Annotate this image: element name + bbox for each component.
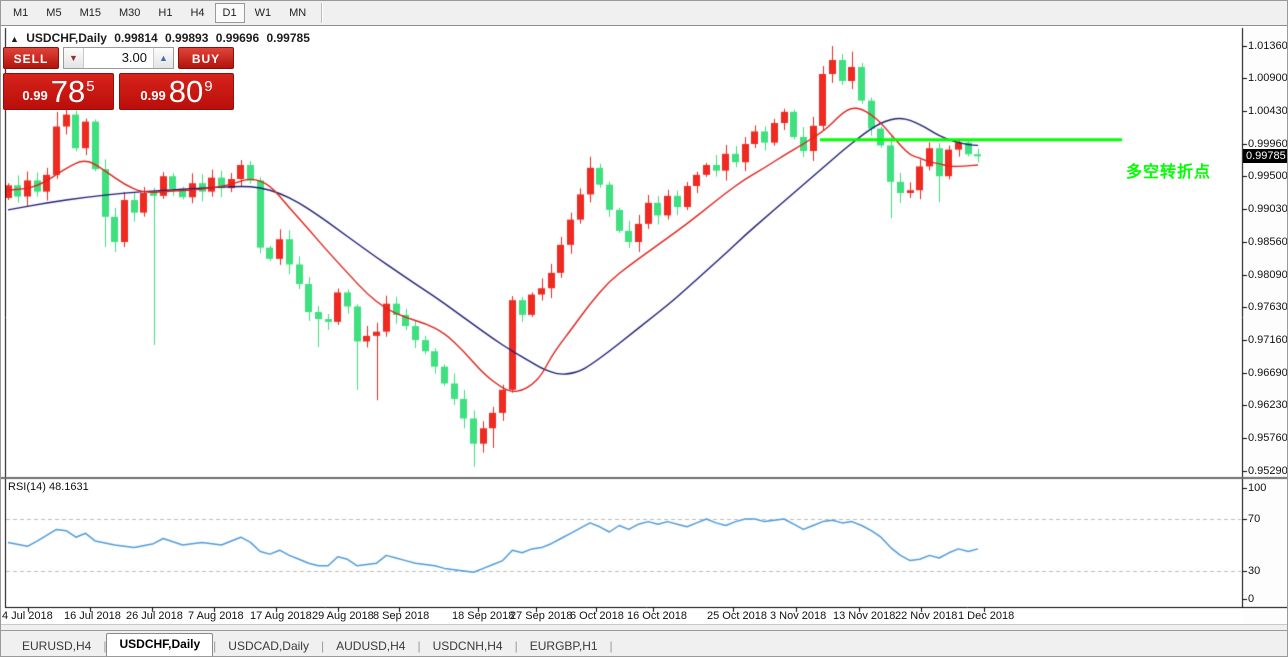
date-axis-label: 17 Aug 2018 <box>250 610 312 622</box>
price-axis-label: 0.97630 <box>1248 301 1288 313</box>
timeframe-button-d1[interactable]: D1 <box>215 3 245 23</box>
ohlc-low: 0.99696 <box>216 31 259 45</box>
ohlc-open: 0.99814 <box>114 31 157 45</box>
price-axis-label: 0.96690 <box>1248 367 1288 379</box>
sell-price-big: 78 <box>51 77 85 107</box>
date-axis-label: 29 Aug 2018 <box>312 610 374 622</box>
direction-up-icon: ▲ <box>10 34 19 44</box>
price-axis-label: 0.96230 <box>1248 399 1288 411</box>
date-axis-label: 26 Jul 2018 <box>126 610 183 622</box>
price-axis-label: 0.98090 <box>1248 269 1288 281</box>
timeframe-button-w1[interactable]: W1 <box>247 3 280 23</box>
date-axis-label: 8 Sep 2018 <box>373 610 429 622</box>
current-price-badge: 0.99785 <box>1243 149 1288 163</box>
volume-decrease-icon[interactable]: ▼ <box>64 48 84 68</box>
timeframe-button-h4[interactable]: H4 <box>182 3 212 23</box>
date-axis-label: 13 Nov 2018 <box>833 610 895 622</box>
chart-tab-bar: EURUSD,H4|USDCHF,Daily|USDCAD,Daily|AUDU… <box>0 630 1288 657</box>
buy-price-pip: 9 <box>204 78 212 95</box>
volume-increase-icon[interactable]: ▲ <box>153 48 173 68</box>
timeframe-button-mn[interactable]: MN <box>281 3 314 23</box>
date-axis-label: 25 Oct 2018 <box>707 610 767 622</box>
ohlc-close: 0.99785 <box>267 31 310 45</box>
timeframe-toolbar: M1M5M15M30H1H4D1W1MN <box>0 0 1288 26</box>
mt4-window: { "toolbar": { "timeframes": [ {"label":… <box>0 0 1288 657</box>
symbol-title: USDCHF,Daily <box>26 31 107 45</box>
sell-button[interactable]: SELL <box>3 47 59 69</box>
volume-stepper: ▼ 3.00 ▲ <box>63 47 174 69</box>
chart-tab-usdcad[interactable]: USDCAD,Daily <box>216 636 321 657</box>
toolbar-separator <box>321 3 323 23</box>
rsi-indicator-label: RSI(14) 48.1631 <box>8 481 89 493</box>
tab-separator: | <box>610 639 613 657</box>
ohlc-high: 0.99893 <box>165 31 208 45</box>
volume-input[interactable]: 3.00 <box>84 48 153 68</box>
timeframe-button-m15[interactable]: M15 <box>72 3 109 23</box>
chart-tab-usdchf[interactable]: USDCHF,Daily <box>106 633 213 657</box>
buy-price-button[interactable]: 0.99 80 9 <box>119 73 234 110</box>
price-axis-label: 0.95290 <box>1248 465 1288 477</box>
timeframe-button-m30[interactable]: M30 <box>111 3 148 23</box>
buy-price-prefix: 0.99 <box>140 85 165 107</box>
buy-button[interactable]: BUY <box>178 47 234 69</box>
date-axis-label: 18 Sep 2018 <box>452 610 514 622</box>
buy-price-big: 80 <box>169 77 203 107</box>
rsi-axis-label: 0 <box>1248 593 1254 605</box>
price-axis-label: 0.99500 <box>1248 170 1288 182</box>
sell-price-prefix: 0.99 <box>22 85 47 107</box>
price-axis-label: 1.01360 <box>1248 40 1288 52</box>
chart-tab-audusd[interactable]: AUDUSD,H4 <box>324 636 417 657</box>
timeframe-button-m1[interactable]: M1 <box>5 3 36 23</box>
date-axis-label: 16 Oct 2018 <box>627 610 687 622</box>
chart-tab-eurgbp[interactable]: EURGBP,H1 <box>518 636 610 657</box>
date-axis-label: 27 Sep 2018 <box>510 610 572 622</box>
price-axis-label: 1.00430 <box>1248 105 1288 117</box>
sell-price-pip: 5 <box>86 78 94 95</box>
sell-price-button[interactable]: 0.99 78 5 <box>3 73 114 110</box>
chart-tab-eurusd[interactable]: EURUSD,H4 <box>10 636 103 657</box>
date-axis-label: 16 Jul 2018 <box>64 610 121 622</box>
date-axis-label: 6 Oct 2018 <box>570 610 624 622</box>
price-axis-label: 0.99030 <box>1248 203 1288 215</box>
price-axis-label: 0.98560 <box>1248 236 1288 248</box>
date-axis-label: 7 Aug 2018 <box>188 610 244 622</box>
chart-symbol-header: ▲ USDCHF,Daily 0.99814 0.99893 0.99696 0… <box>10 31 314 45</box>
rsi-axis-label: 70 <box>1248 513 1260 525</box>
rsi-axis-label: 100 <box>1248 482 1266 494</box>
date-axis-label: 4 Jul 2018 <box>2 610 53 622</box>
date-axis-label: 1 Dec 2018 <box>958 610 1014 622</box>
rsi-axis-label: 30 <box>1248 565 1260 577</box>
timeframe-button-h1[interactable]: H1 <box>150 3 180 23</box>
price-axis-label: 0.99960 <box>1248 138 1288 150</box>
one-click-trading-panel: SELL ▼ 3.00 ▲ BUY 0.99 78 5 0.99 80 9 <box>3 47 234 110</box>
price-axis-label: 1.00900 <box>1248 72 1288 84</box>
date-axis-label: 22 Nov 2018 <box>895 610 957 622</box>
price-axis-label: 0.95760 <box>1248 432 1288 444</box>
date-axis-label: 3 Nov 2018 <box>770 610 826 622</box>
chart-annotation-text: 多空转折点 <box>1126 158 1222 182</box>
timeframe-button-m5[interactable]: M5 <box>38 3 69 23</box>
price-axis-label: 0.97160 <box>1248 334 1288 346</box>
chart-tab-usdcnh[interactable]: USDCNH,H4 <box>421 636 515 657</box>
